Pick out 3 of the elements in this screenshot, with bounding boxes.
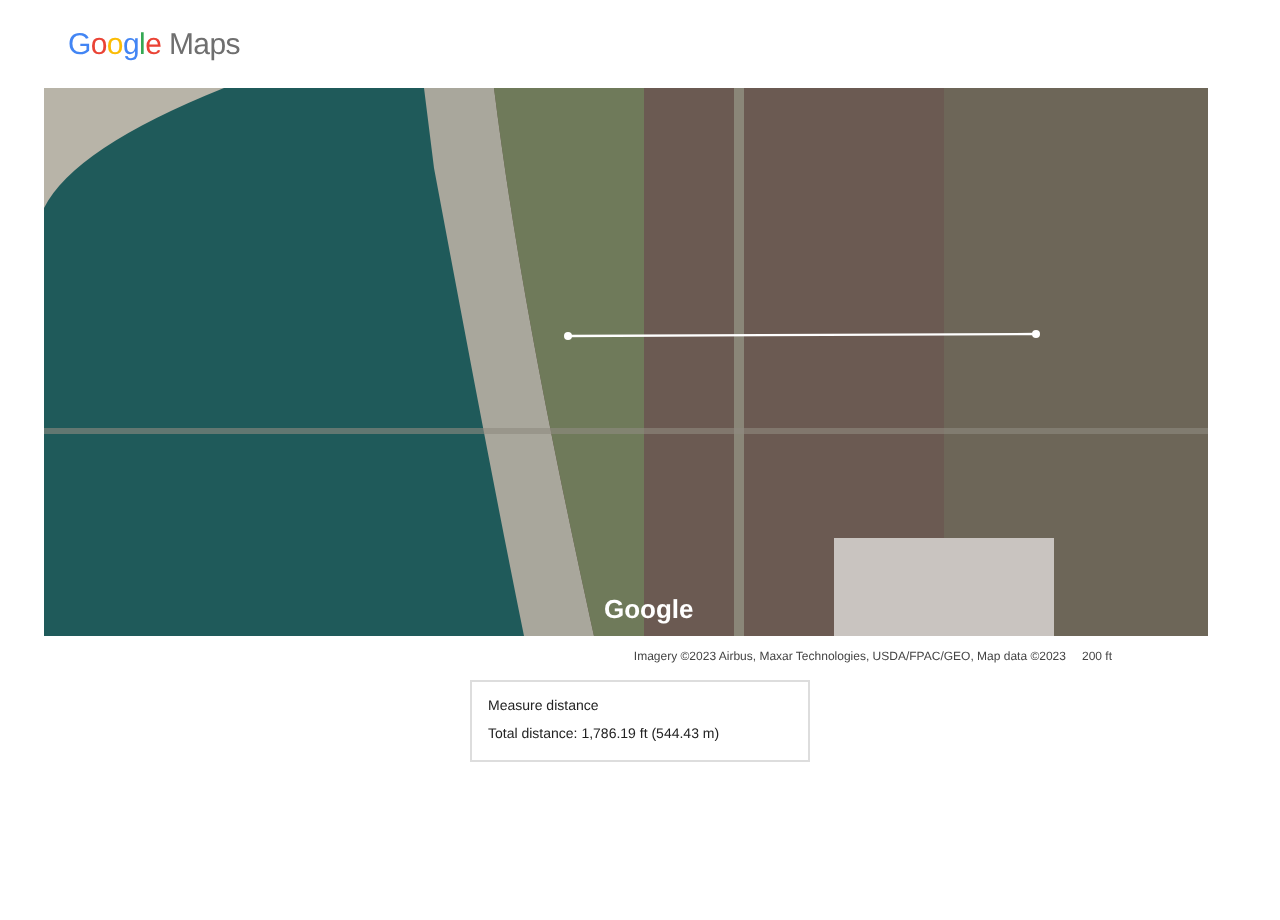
logo: Google Maps	[68, 27, 240, 61]
map-watermark: Google	[604, 594, 694, 624]
satellite-map-drawing[interactable]	[44, 88, 1208, 636]
